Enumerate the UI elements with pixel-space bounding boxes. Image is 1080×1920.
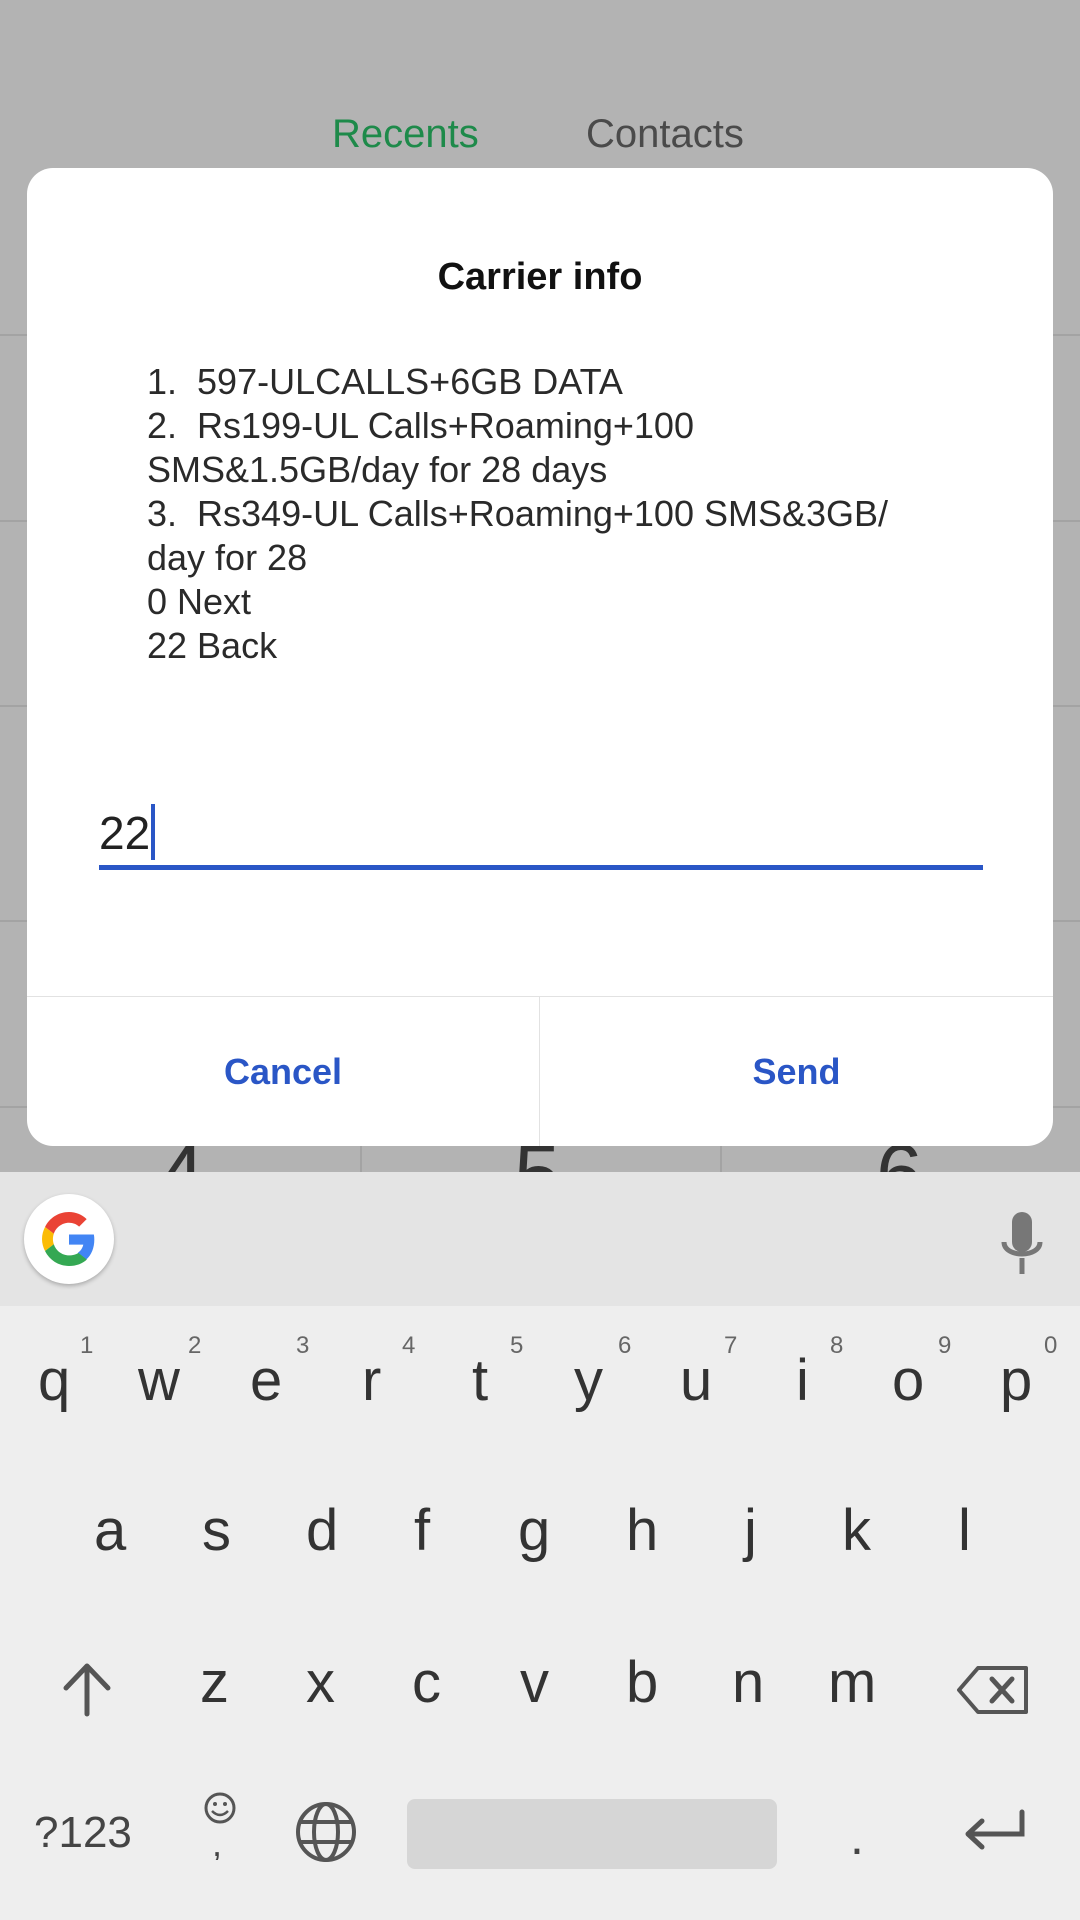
message-line: 1. 597-ULCALLS+6GB DATA (147, 361, 623, 402)
dialog-title: Carrier info (437, 256, 643, 298)
key-hint: 7 (724, 1332, 738, 1359)
key-f[interactable]: f (414, 1502, 430, 1560)
key-hint: 1 (80, 1332, 94, 1359)
cancel-button[interactable]: Cancel (27, 997, 540, 1146)
backspace-icon[interactable] (956, 1664, 1030, 1716)
carrier-info-dialog: Carrier info 1. 597-ULCALLS+6GB DATA 2. … (27, 168, 1053, 1146)
key-u[interactable]: u (680, 1352, 712, 1410)
dialog-button-bar: Cancel Send (27, 996, 1053, 1146)
key-hint: 4 (402, 1332, 416, 1359)
tab-recents[interactable]: Recents (332, 112, 479, 157)
globe-icon[interactable] (294, 1800, 358, 1864)
key-hint: 6 (618, 1332, 632, 1359)
key-hint: 0 (1044, 1332, 1058, 1359)
text-caret (151, 804, 155, 860)
reply-input-value[interactable]: 22 (99, 806, 150, 860)
key-n[interactable]: n (732, 1654, 764, 1712)
key-hint: 9 (938, 1332, 952, 1359)
key-w[interactable]: w (138, 1352, 180, 1410)
key-t[interactable]: t (472, 1352, 488, 1410)
key-l[interactable]: l (958, 1502, 971, 1560)
ussd-message: 1. 597-ULCALLS+6GB DATA 2. Rs199-UL Call… (147, 360, 947, 668)
space-bar[interactable] (407, 1799, 777, 1869)
message-line: 0 Next (147, 581, 252, 622)
key-a[interactable]: a (94, 1502, 126, 1560)
microphone-icon[interactable] (1000, 1212, 1044, 1282)
key-hint: 8 (830, 1332, 844, 1359)
message-line: 3. Rs349-UL Calls+Roaming+100 SMS&3GB/ (147, 493, 889, 534)
comma-label: , (212, 1823, 222, 1860)
key-s[interactable]: s (202, 1502, 231, 1560)
key-r[interactable]: r (362, 1352, 381, 1410)
key-z[interactable]: z (200, 1654, 229, 1712)
reply-input[interactable]: 22 (99, 798, 983, 870)
key-e[interactable]: e (250, 1352, 282, 1410)
enter-icon[interactable] (962, 1808, 1028, 1858)
message-line: 22 Back (147, 625, 278, 666)
key-d[interactable]: d (306, 1502, 338, 1560)
key-hint: 5 (510, 1332, 524, 1359)
key-i[interactable]: i (796, 1352, 809, 1410)
key-p[interactable]: p (1000, 1352, 1032, 1410)
key-o[interactable]: o (892, 1352, 924, 1410)
emoji-comma-key[interactable]: , (198, 1790, 242, 1860)
key-b[interactable]: b (626, 1654, 658, 1712)
key-hint: 2 (188, 1332, 202, 1359)
key-m[interactable]: m (828, 1654, 876, 1712)
suggestion-strip (0, 1172, 1080, 1306)
key-q[interactable]: q (38, 1352, 70, 1410)
key-y[interactable]: y (574, 1352, 603, 1410)
tab-contacts[interactable]: Contacts (586, 112, 744, 157)
message-line: day for 28 (147, 537, 308, 578)
key-j[interactable]: j (744, 1502, 757, 1560)
message-line: SMS&1.5GB/day for 28 days (147, 449, 608, 490)
shift-icon[interactable] (62, 1662, 112, 1718)
symbols-key[interactable]: ?123 (34, 1808, 132, 1858)
key-hint: 3 (296, 1332, 310, 1359)
google-icon[interactable] (24, 1194, 114, 1284)
key-k[interactable]: k (842, 1502, 871, 1560)
period-key[interactable]: . (850, 1808, 864, 1866)
key-v[interactable]: v (520, 1654, 549, 1712)
send-button[interactable]: Send (540, 997, 1053, 1146)
key-c[interactable]: c (412, 1654, 441, 1712)
message-line: 2. Rs199-UL Calls+Roaming+100 (147, 405, 694, 446)
key-h[interactable]: h (626, 1502, 658, 1560)
key-x[interactable]: x (306, 1654, 335, 1712)
key-g[interactable]: g (518, 1502, 550, 1560)
